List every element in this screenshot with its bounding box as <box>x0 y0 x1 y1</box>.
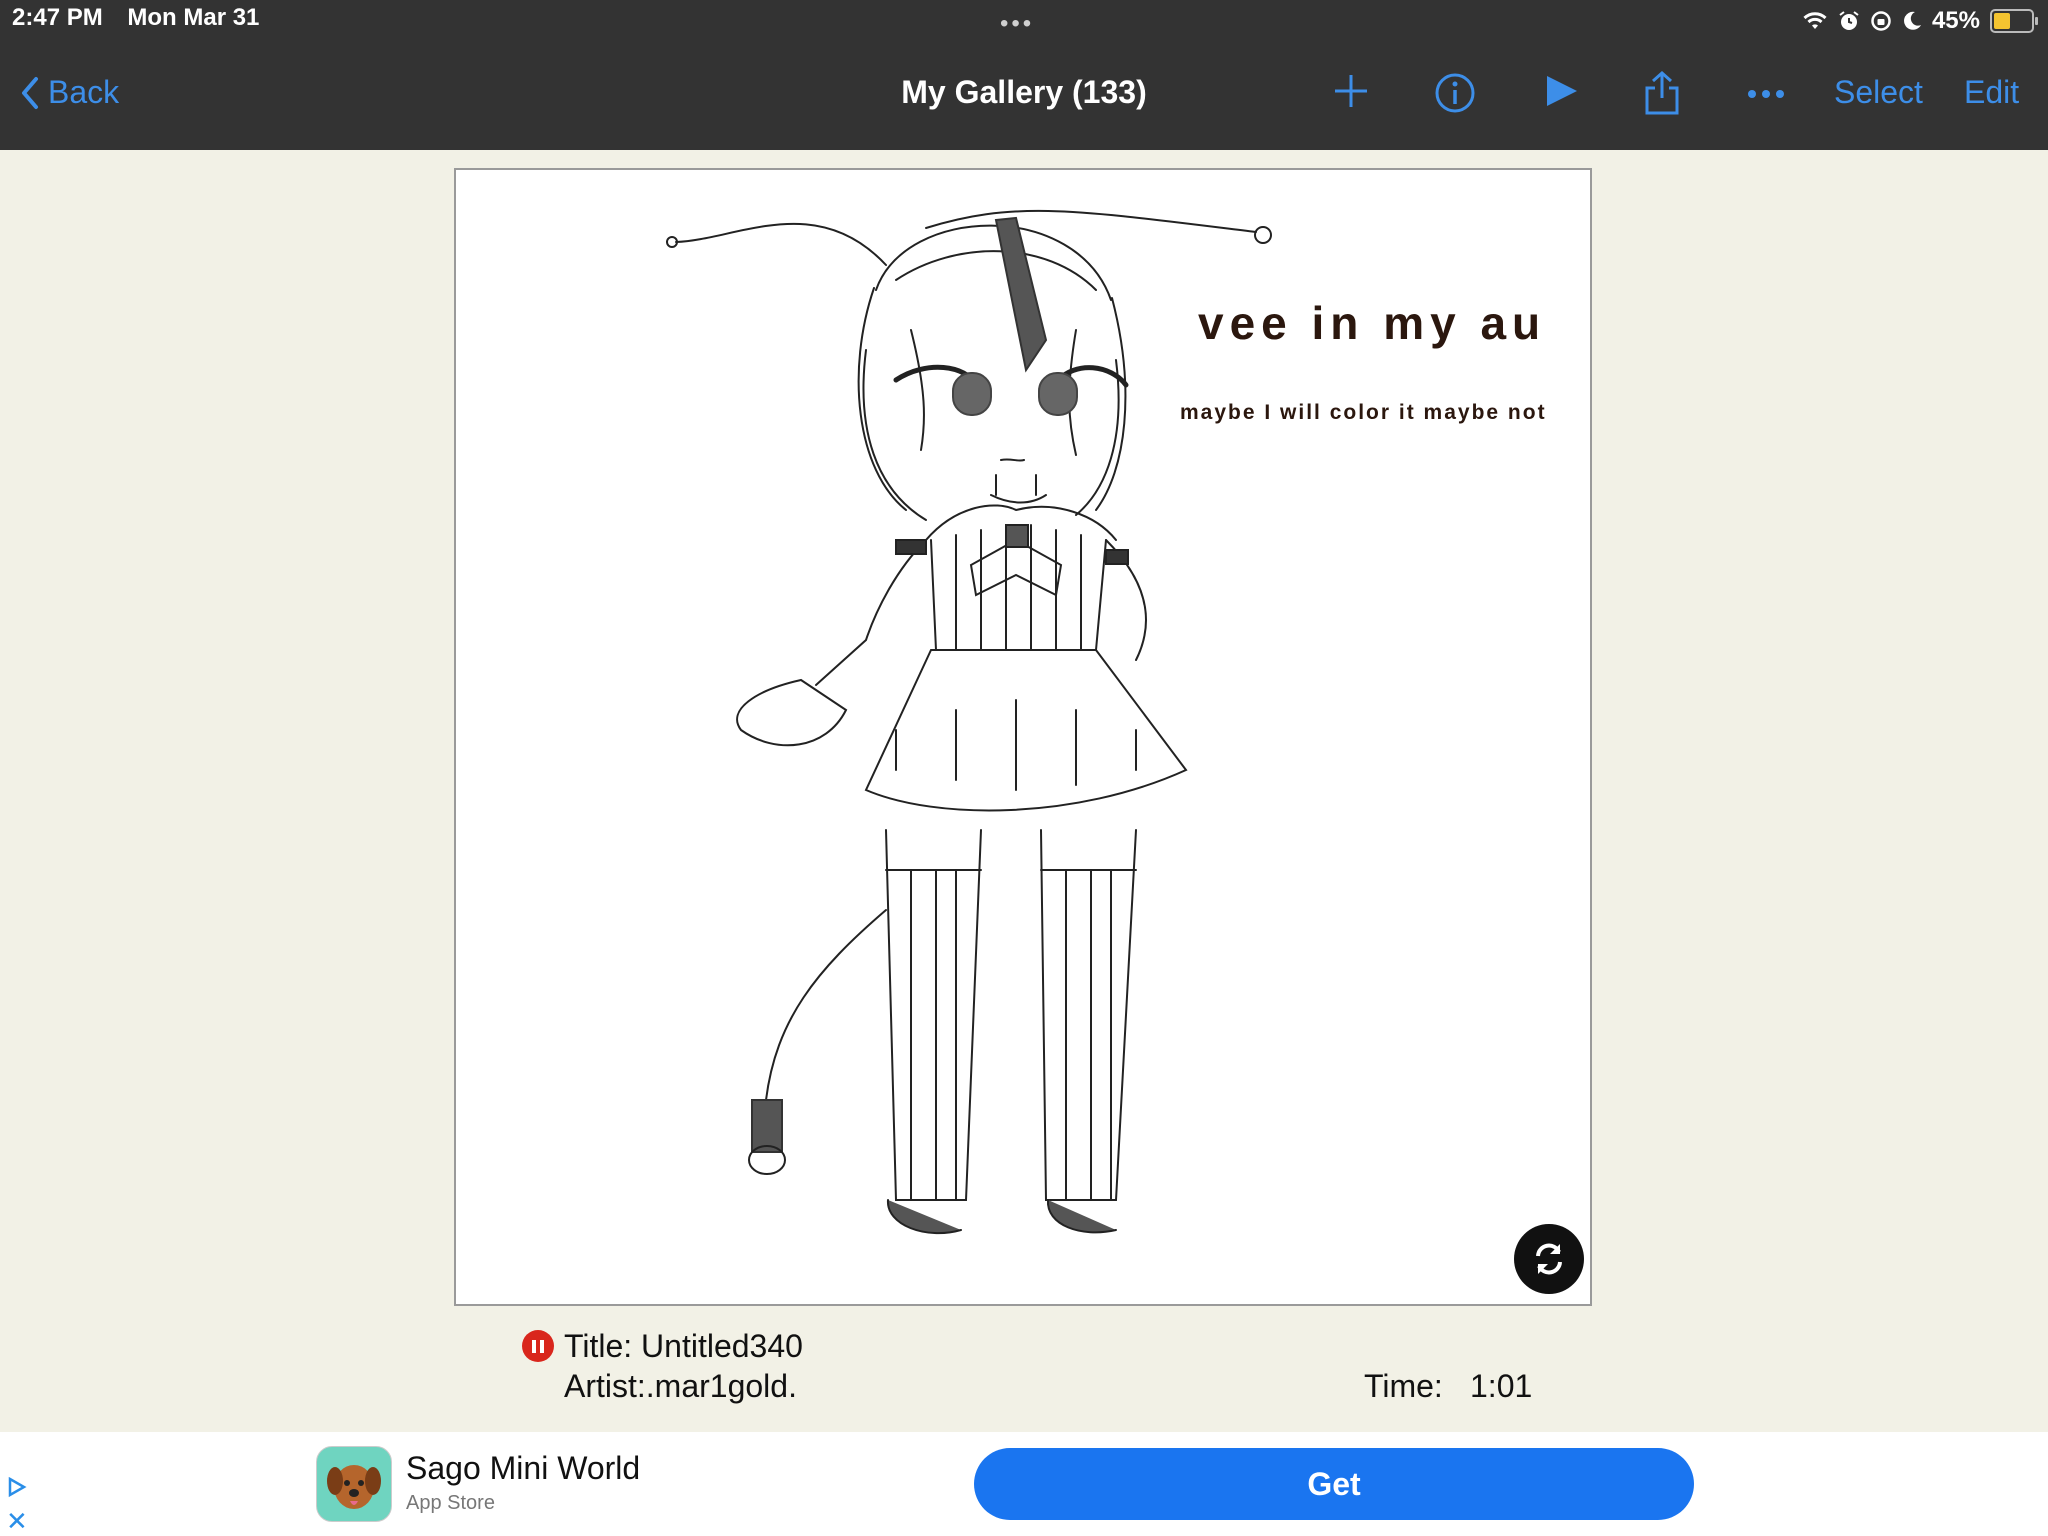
pause-button[interactable] <box>522 1330 554 1362</box>
rotation-lock-icon <box>1871 11 1891 31</box>
chevron-left-icon <box>22 76 38 109</box>
time-label: Time: <box>1364 1368 1443 1404</box>
ad-banner[interactable]: ✕ Sago Mini World App Store Get <box>0 1432 2048 1536</box>
more-icon[interactable] <box>1746 88 1786 100</box>
pause-icon <box>532 1339 536 1353</box>
info-icon[interactable] <box>1434 72 1476 114</box>
adchoices-icon[interactable] <box>6 1476 28 1498</box>
artwork-title-text: vee in my au <box>1198 297 1547 349</box>
battery-icon <box>1990 9 2038 33</box>
share-icon[interactable] <box>1644 70 1680 116</box>
page-title: My Gallery (133) <box>901 74 1147 110</box>
artist-label: Artist:.mar1gold. <box>564 1368 797 1404</box>
app-icon[interactable] <box>316 1446 392 1522</box>
back-button[interactable]: Back <box>20 74 119 111</box>
artwork-subtitle-text: maybe I will color it maybe not <box>1180 401 1547 424</box>
artwork-title-label: Title: Untitled340 <box>564 1328 803 1364</box>
ad-close-icon[interactable]: ✕ <box>6 1508 28 1534</box>
ad-app-name[interactable]: Sago Mini World <box>406 1450 640 1487</box>
rotate-button[interactable] <box>1514 1224 1584 1294</box>
battery-percent: 45% <box>1931 7 1980 34</box>
add-icon[interactable] <box>1332 72 1370 110</box>
select-button[interactable]: Select <box>1834 74 1923 111</box>
status-bar-left: 2:47 PM Mon Mar 31 <box>12 4 277 32</box>
status-date: Mon Mar 31 <box>127 4 260 31</box>
status-time: 2:47 PM <box>12 4 103 31</box>
alarm-icon <box>1839 11 1859 30</box>
back-label: Back <box>48 74 120 110</box>
edit-button[interactable]: Edit <box>1964 74 2019 111</box>
artwork-canvas[interactable]: vee in my au maybe I will color it maybe… <box>454 168 1592 1306</box>
multitasking-dots-icon[interactable]: ••• <box>1000 10 1034 38</box>
status-bar-right: 45% <box>1802 6 2038 36</box>
do-not-disturb-moon-icon <box>1904 11 1921 30</box>
top-bar: 2:47 PM Mon Mar 31 ••• 45% Back My Galle… <box>0 0 2048 150</box>
time-value: 1:01 <box>1470 1368 1533 1404</box>
get-button[interactable]: Get <box>974 1448 1694 1520</box>
play-icon[interactable] <box>1544 72 1580 110</box>
wifi-icon <box>1803 12 1827 29</box>
ad-store-label: App Store <box>406 1492 495 1514</box>
rotate-icon <box>1536 1243 1562 1275</box>
